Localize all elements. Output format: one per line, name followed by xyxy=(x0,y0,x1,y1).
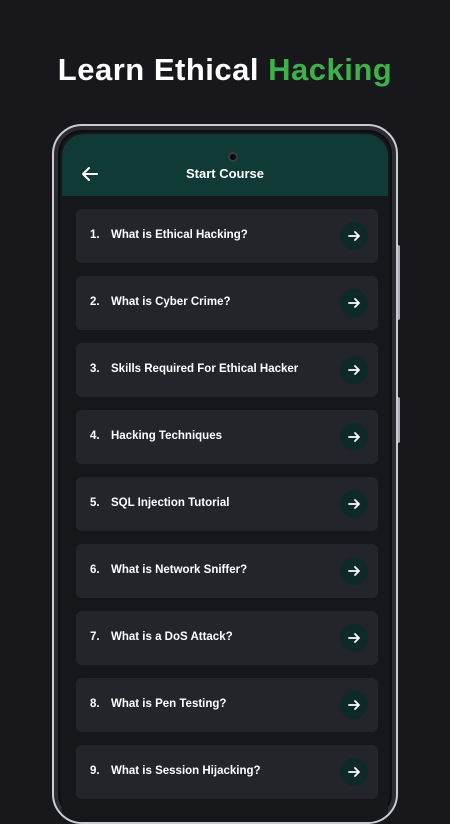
course-item-label: What is Cyber Crime? xyxy=(111,296,231,308)
arrow-right-icon[interactable] xyxy=(340,289,368,317)
arrow-right-icon[interactable] xyxy=(340,691,368,719)
course-item[interactable]: 6. What is Network Sniffer? xyxy=(76,544,378,598)
course-item-number: 8. xyxy=(90,698,100,710)
arrow-right-icon[interactable] xyxy=(340,557,368,585)
course-item-number: 7. xyxy=(90,631,100,643)
course-item[interactable]: 1. What is Ethical Hacking? xyxy=(76,209,378,263)
promo-title-accent: Hacking xyxy=(268,52,393,87)
course-item-label: SQL Injection Tutorial xyxy=(111,497,230,509)
course-item-number: 6. xyxy=(90,564,100,576)
arrow-right-icon[interactable] xyxy=(340,222,368,250)
course-item[interactable]: 2. What is Cyber Crime? xyxy=(76,276,378,330)
course-item-number: 5. xyxy=(90,497,100,509)
arrow-right-icon[interactable] xyxy=(340,490,368,518)
course-item-number: 2. xyxy=(90,296,100,308)
course-list: 1. What is Ethical Hacking? 2. What is Cybe… xyxy=(76,209,378,812)
course-item-label: What is Pen Testing? xyxy=(111,698,227,710)
course-item[interactable]: 3. Skills Required For Ethical Hacker xyxy=(76,343,378,397)
course-item-label: What is Network Sniffer? xyxy=(111,564,248,576)
course-screen: 1. What is Ethical Hacking? 2. What is Cybe… xyxy=(62,196,388,822)
course-item[interactable]: 9. What is Session Hijacking? xyxy=(76,745,378,799)
course-item-label: What is Session Hijacking? xyxy=(111,765,261,777)
course-item[interactable]: 7. What is a DoS Attack? xyxy=(76,611,378,665)
arrow-right-icon[interactable] xyxy=(340,758,368,786)
promo-title-main: Learn Ethical xyxy=(57,52,269,87)
course-item-number: 1. xyxy=(90,229,100,241)
course-item-number: 4. xyxy=(90,430,100,442)
course-item-label: Skills Required For Ethical Hacker xyxy=(111,363,299,375)
arrow-right-icon[interactable] xyxy=(340,356,368,384)
app-bar: Start Course xyxy=(62,134,388,196)
course-item[interactable]: 4. Hacking Techniques xyxy=(76,410,378,464)
promo-title: Learn Ethical Hacking xyxy=(0,52,450,88)
course-item[interactable]: 8. What is Pen Testing? xyxy=(76,678,378,732)
course-item[interactable]: 5. SQL Injection Tutorial xyxy=(76,477,378,531)
course-item-label: Hacking Techniques xyxy=(111,430,222,442)
course-item-number: 9. xyxy=(90,765,100,777)
course-item-label: What is Ethical Hacking? xyxy=(111,229,248,241)
phone-frame: Start Course 1. What is Ethical Hacking? 2… xyxy=(52,124,398,824)
app-title: Start Course xyxy=(185,166,265,181)
course-item-number: 3. xyxy=(90,363,100,375)
camera-icon xyxy=(228,152,238,162)
arrow-right-icon[interactable] xyxy=(340,624,368,652)
arrow-right-icon[interactable] xyxy=(340,423,368,451)
course-item-label: What is a DoS Attack? xyxy=(111,631,233,643)
